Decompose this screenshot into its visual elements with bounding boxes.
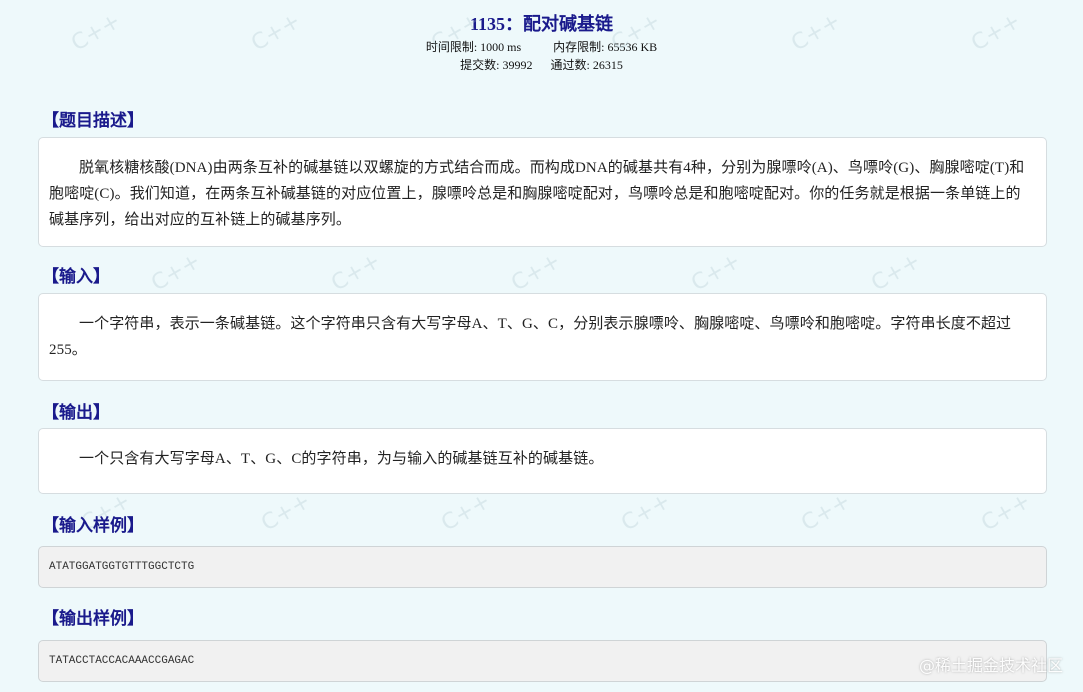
description-heading: 【题目描述】 <box>42 111 144 131</box>
problem-stats: 时间限制: 1000 ms 内存限制: 65536 KB 提交数: 39992 … <box>0 38 1083 74</box>
output-box: 一个只含有大写字母A、T、G、C的字符串，为与输入的碱基链互补的碱基链。 <box>38 428 1047 494</box>
watermark-mark: C++ <box>507 248 565 297</box>
memory-limit-value: 65536 KB <box>607 40 658 54</box>
juejin-watermark: @稀土掘金技术社区 <box>918 656 1063 675</box>
watermark-mark: C++ <box>617 488 675 537</box>
watermark-mark: C++ <box>867 248 925 297</box>
submissions-label: 提交数: <box>460 58 500 72</box>
description-box: 脱氧核糖核酸(DNA)由两条互补的碱基链以双螺旋的方式结合而成。而构成DNA的碱… <box>38 137 1047 247</box>
watermark-mark: C++ <box>977 488 1035 537</box>
sample-input-heading: 【输入样例】 <box>42 516 144 536</box>
accepted-value: 26315 <box>592 58 623 72</box>
description-text: 脱氧核糖核酸(DNA)由两条互补的碱基链以双螺旋的方式结合而成。而构成DNA的碱… <box>49 160 1025 228</box>
submissions-value: 39992 <box>502 58 533 72</box>
input-text: 一个字符串，表示一条碱基链。这个字符串只含有大写字母A、T、G、C，分别表示腺嘌… <box>49 316 1012 358</box>
watermark-mark: C++ <box>327 248 385 297</box>
memory-limit-label: 内存限制: <box>553 40 605 54</box>
time-limit-label: 时间限制: <box>425 40 478 54</box>
problem-header: 1135：配对碱基链 时间限制: 1000 ms 内存限制: 65536 KB … <box>0 0 1083 74</box>
sample-output-code: TATACCTACCACAAACCGAGAC <box>38 640 1047 682</box>
watermark-mark: C++ <box>797 488 855 537</box>
accepted-label: 通过数: <box>550 58 590 72</box>
watermark-mark: C++ <box>147 248 205 297</box>
page-title: 1135：配对碱基链 <box>469 14 613 34</box>
sample-input-code: ATATGGATGGTGTTTGGCTCTG <box>38 546 1047 588</box>
time-limit-value: 1000 ms <box>480 40 522 54</box>
output-heading: 【输出】 <box>42 403 110 423</box>
sample-output-heading: 【输出样例】 <box>42 609 144 629</box>
input-heading: 【输入】 <box>42 267 110 287</box>
watermark-mark: C++ <box>437 488 495 537</box>
output-text: 一个只含有大写字母A、T、G、C的字符串，为与输入的碱基链互补的碱基链。 <box>79 451 604 467</box>
input-box: 一个字符串，表示一条碱基链。这个字符串只含有大写字母A、T、G、C，分别表示腺嘌… <box>38 293 1047 381</box>
watermark-mark: C++ <box>687 248 745 297</box>
watermark-mark: C++ <box>257 488 315 537</box>
